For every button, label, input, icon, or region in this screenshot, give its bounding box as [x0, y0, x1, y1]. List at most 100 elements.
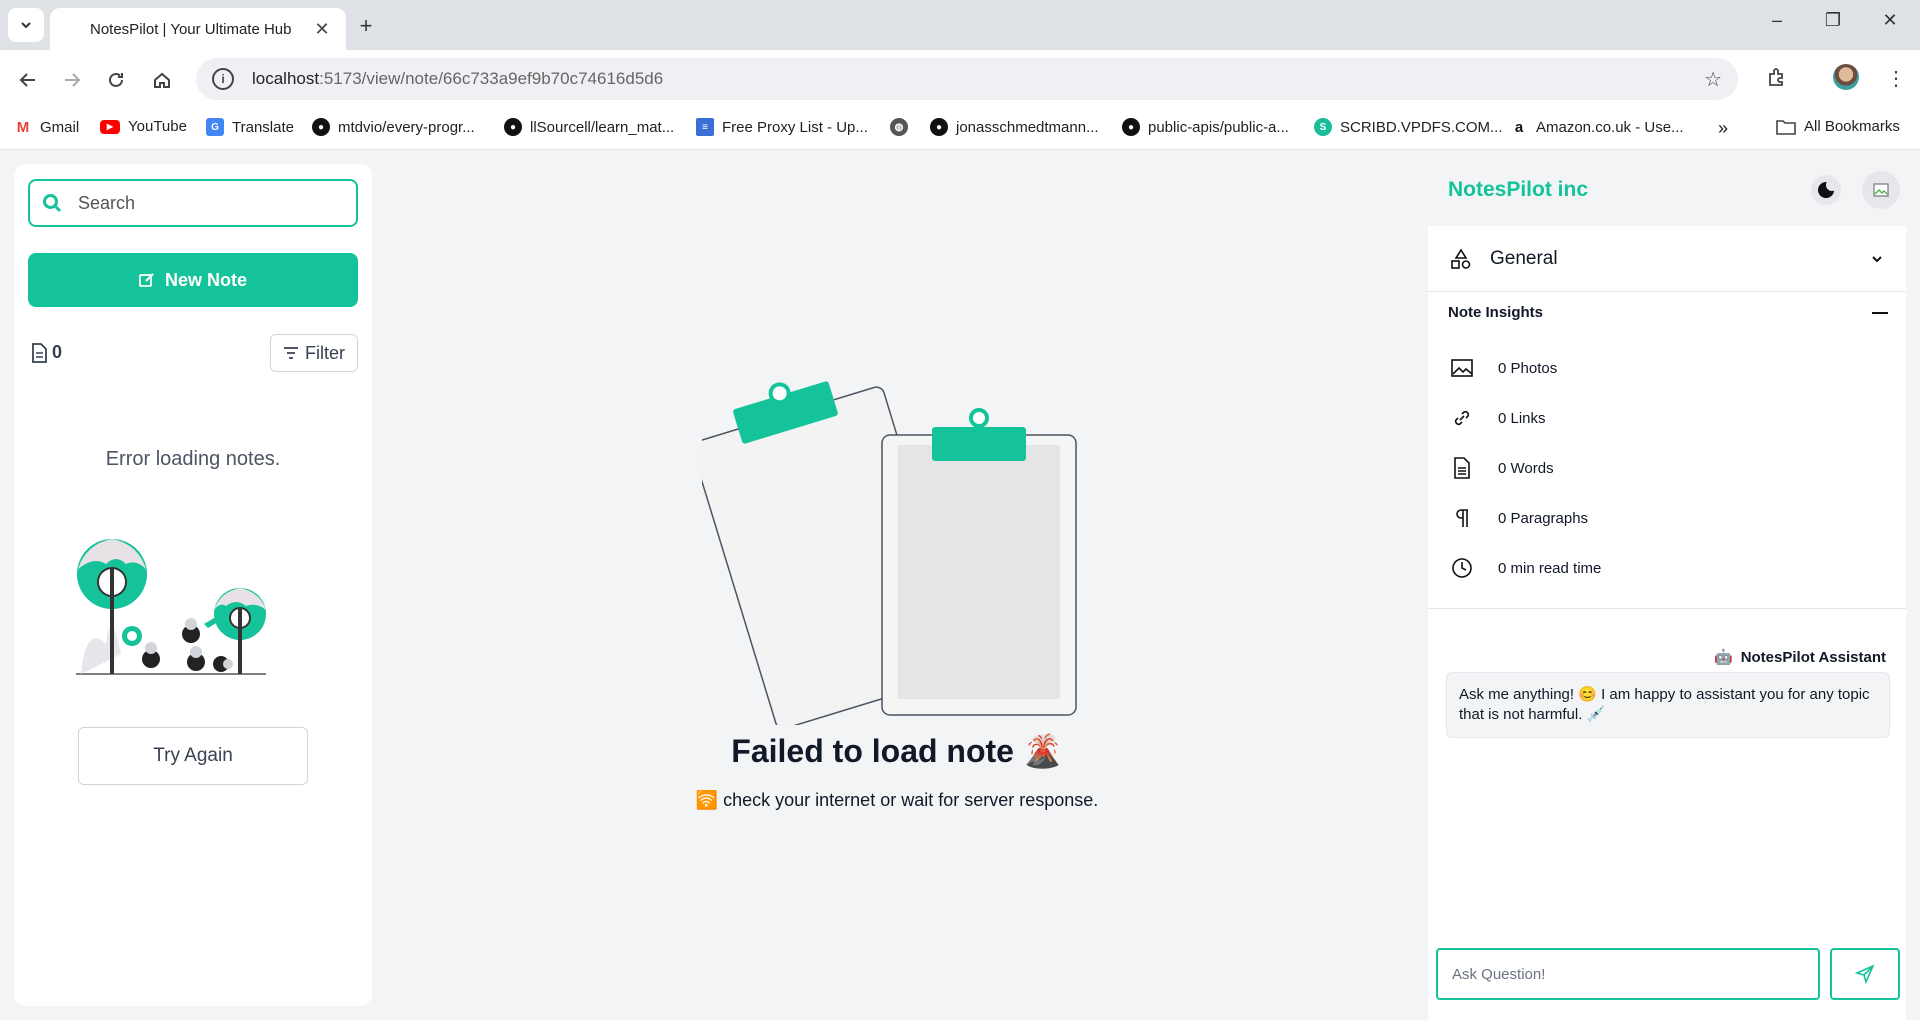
new-note-label: New Note — [164, 269, 247, 290]
all-bookmarks-label: All Bookmarks — [1804, 118, 1900, 135]
browser-tabstrip: NotesPilot | Your Ultimate Hub ✕ + – ❐ ✕ — [0, 0, 1920, 50]
more-menu-icon[interactable]: ⋮ — [1886, 66, 1906, 91]
insight-label: 0 Photos — [1498, 359, 1558, 377]
error-illustration — [76, 539, 266, 675]
search-field[interactable] — [28, 179, 358, 227]
gmail-icon: M — [14, 118, 32, 136]
insights-header[interactable]: Note Insights — [1448, 304, 1888, 321]
insight-label: 0 min read time — [1498, 559, 1602, 577]
clipboard-illustration — [702, 381, 1077, 725]
note-count-value: 0 — [52, 342, 63, 362]
assistant-name: NotesPilot Assistant — [1740, 648, 1886, 666]
note-view: Failed to load note 🌋 🛜 check your inter… — [372, 150, 1422, 1020]
all-bookmarks[interactable]: All Bookmarks — [1776, 118, 1900, 135]
clock-icon — [1450, 556, 1474, 580]
try-again-button[interactable]: Try Again — [78, 727, 308, 785]
insight-label: 0 Words — [1498, 459, 1554, 477]
extensions-icon[interactable] — [1766, 66, 1788, 94]
proxy-icon: ≡ — [696, 118, 714, 136]
bookmark-github-1[interactable]: ● mtdvio/every-progr... — [312, 118, 475, 136]
bookmark-amazon[interactable]: a Amazon.co.uk - Use... — [1510, 118, 1684, 136]
globe-icon: ◍ — [890, 118, 908, 136]
error-message: Error loading notes. — [105, 448, 281, 470]
bookmark-github-3[interactable]: ● jonasschmedtmann... — [930, 118, 1099, 136]
profile-avatar-icon[interactable] — [1833, 64, 1859, 90]
new-tab-button[interactable]: + — [352, 12, 380, 40]
reload-icon[interactable] — [102, 66, 130, 94]
insights-title: Note Insights — [1448, 304, 1544, 321]
insight-photos: 0 Photos — [1450, 356, 1557, 380]
send-icon — [1855, 964, 1875, 984]
tab-search-button[interactable] — [8, 8, 44, 42]
document-icon — [32, 342, 47, 363]
fail-subtitle: 🛜 check your internet or wait for server… — [695, 790, 1099, 810]
bookmark-label: YouTube — [128, 118, 187, 135]
bookmark-proxy[interactable]: ≡ Free Proxy List - Up... — [696, 118, 868, 136]
search-icon — [43, 194, 62, 213]
chevron-down-icon — [1872, 255, 1882, 262]
restore-icon[interactable]: ❐ — [1818, 10, 1848, 31]
more-bookmarks-icon[interactable]: » — [1718, 118, 1728, 139]
fail-title: Failed to load note 🌋 — [731, 733, 1063, 769]
user-avatar-button[interactable] — [1862, 171, 1900, 209]
bookmark-youtube[interactable]: ▶ YouTube — [100, 118, 187, 135]
insight-read-time: 0 min read time — [1450, 556, 1601, 580]
github-icon: ● — [312, 118, 330, 136]
ask-question-input[interactable] — [1436, 948, 1820, 1000]
general-dropdown[interactable]: General — [1428, 226, 1906, 292]
bookmark-github-4[interactable]: ● public-apis/public-a... — [1122, 118, 1289, 136]
tab-title: NotesPilot | Your Ultimate Hub — [90, 20, 292, 38]
minimize-icon[interactable]: – — [1762, 10, 1792, 31]
filter-icon — [284, 347, 298, 359]
filter-label: Filter — [305, 342, 345, 363]
link-icon — [1450, 406, 1474, 430]
assistant-header: 🤖 NotesPilot Assistant — [1714, 648, 1886, 667]
bookmark-star-icon[interactable]: ☆ — [1704, 67, 1722, 92]
collapse-icon[interactable] — [1872, 311, 1888, 314]
address-bar[interactable]: i localhost:5173/view/note/66c733a9ef9b7… — [196, 58, 1738, 100]
tab-close-icon[interactable]: ✕ — [312, 19, 332, 40]
send-button[interactable] — [1830, 948, 1900, 1000]
bookmark-globe[interactable]: ◍ — [890, 118, 908, 136]
bookmarks-bar: M Gmail ▶ YouTube G Translate ● mtdvio/e… — [0, 108, 1920, 150]
scribd-icon: S — [1314, 118, 1332, 136]
document-icon — [1450, 456, 1474, 480]
bookmark-label: Free Proxy List - Up... — [722, 118, 868, 136]
home-icon[interactable] — [148, 66, 176, 94]
url-path: :5173/view/note/66c733a9ef9b70c74616d5d6 — [319, 69, 664, 88]
insight-links: 0 Links — [1450, 406, 1546, 430]
bookmark-label: Translate — [232, 118, 294, 136]
insight-paragraphs: 0 Paragraphs — [1450, 506, 1588, 530]
youtube-icon: ▶ — [100, 119, 120, 134]
bookmark-label: public-apis/public-a... — [1148, 118, 1289, 136]
theme-toggle-button[interactable] — [1811, 175, 1841, 205]
chevron-down-icon — [21, 22, 31, 29]
insights-panel: General Note Insights 0 Photos 0 Links 0… — [1428, 226, 1906, 1020]
amazon-icon: a — [1510, 118, 1528, 136]
bookmark-scribd[interactable]: S SCRIBD.VPDFS.COM... — [1314, 118, 1503, 136]
bookmark-gmail[interactable]: M Gmail — [14, 118, 79, 136]
back-arrow-icon[interactable] — [14, 66, 42, 94]
bookmark-label: jonasschmedtmann... — [956, 118, 1099, 136]
site-info-icon[interactable]: i — [212, 68, 234, 90]
filter-button[interactable]: Filter — [270, 334, 358, 372]
url-text: localhost:5173/view/note/66c733a9ef9b70c… — [252, 69, 663, 89]
forward-arrow-icon[interactable] — [58, 66, 86, 94]
new-note-button[interactable]: New Note — [28, 253, 358, 307]
bookmark-label: mtdvio/every-progr... — [338, 118, 475, 136]
folder-icon — [1776, 119, 1796, 135]
browser-toolbar: i localhost:5173/view/note/66c733a9ef9b7… — [0, 50, 1920, 108]
bookmark-label: SCRIBD.VPDFS.COM... — [1340, 118, 1503, 136]
paragraph-icon — [1450, 506, 1474, 530]
bookmark-label: llSourcell/learn_mat... — [530, 118, 675, 136]
bookmark-github-2[interactable]: ● llSourcell/learn_mat... — [504, 118, 674, 136]
insight-label: 0 Paragraphs — [1498, 509, 1589, 527]
close-window-icon[interactable]: ✕ — [1875, 10, 1905, 31]
notes-sidebar: New Note 0 Filter Error loading notes. T… — [14, 164, 372, 1006]
search-input[interactable] — [78, 192, 328, 214]
bookmark-label: Gmail — [40, 118, 80, 136]
bookmark-label: Amazon.co.uk - Use... — [1536, 118, 1684, 136]
brand-title[interactable]: NotesPilot inc — [1448, 178, 1588, 202]
bookmark-translate[interactable]: G Translate — [206, 118, 294, 136]
browser-tab[interactable]: NotesPilot | Your Ultimate Hub ✕ — [50, 8, 346, 50]
